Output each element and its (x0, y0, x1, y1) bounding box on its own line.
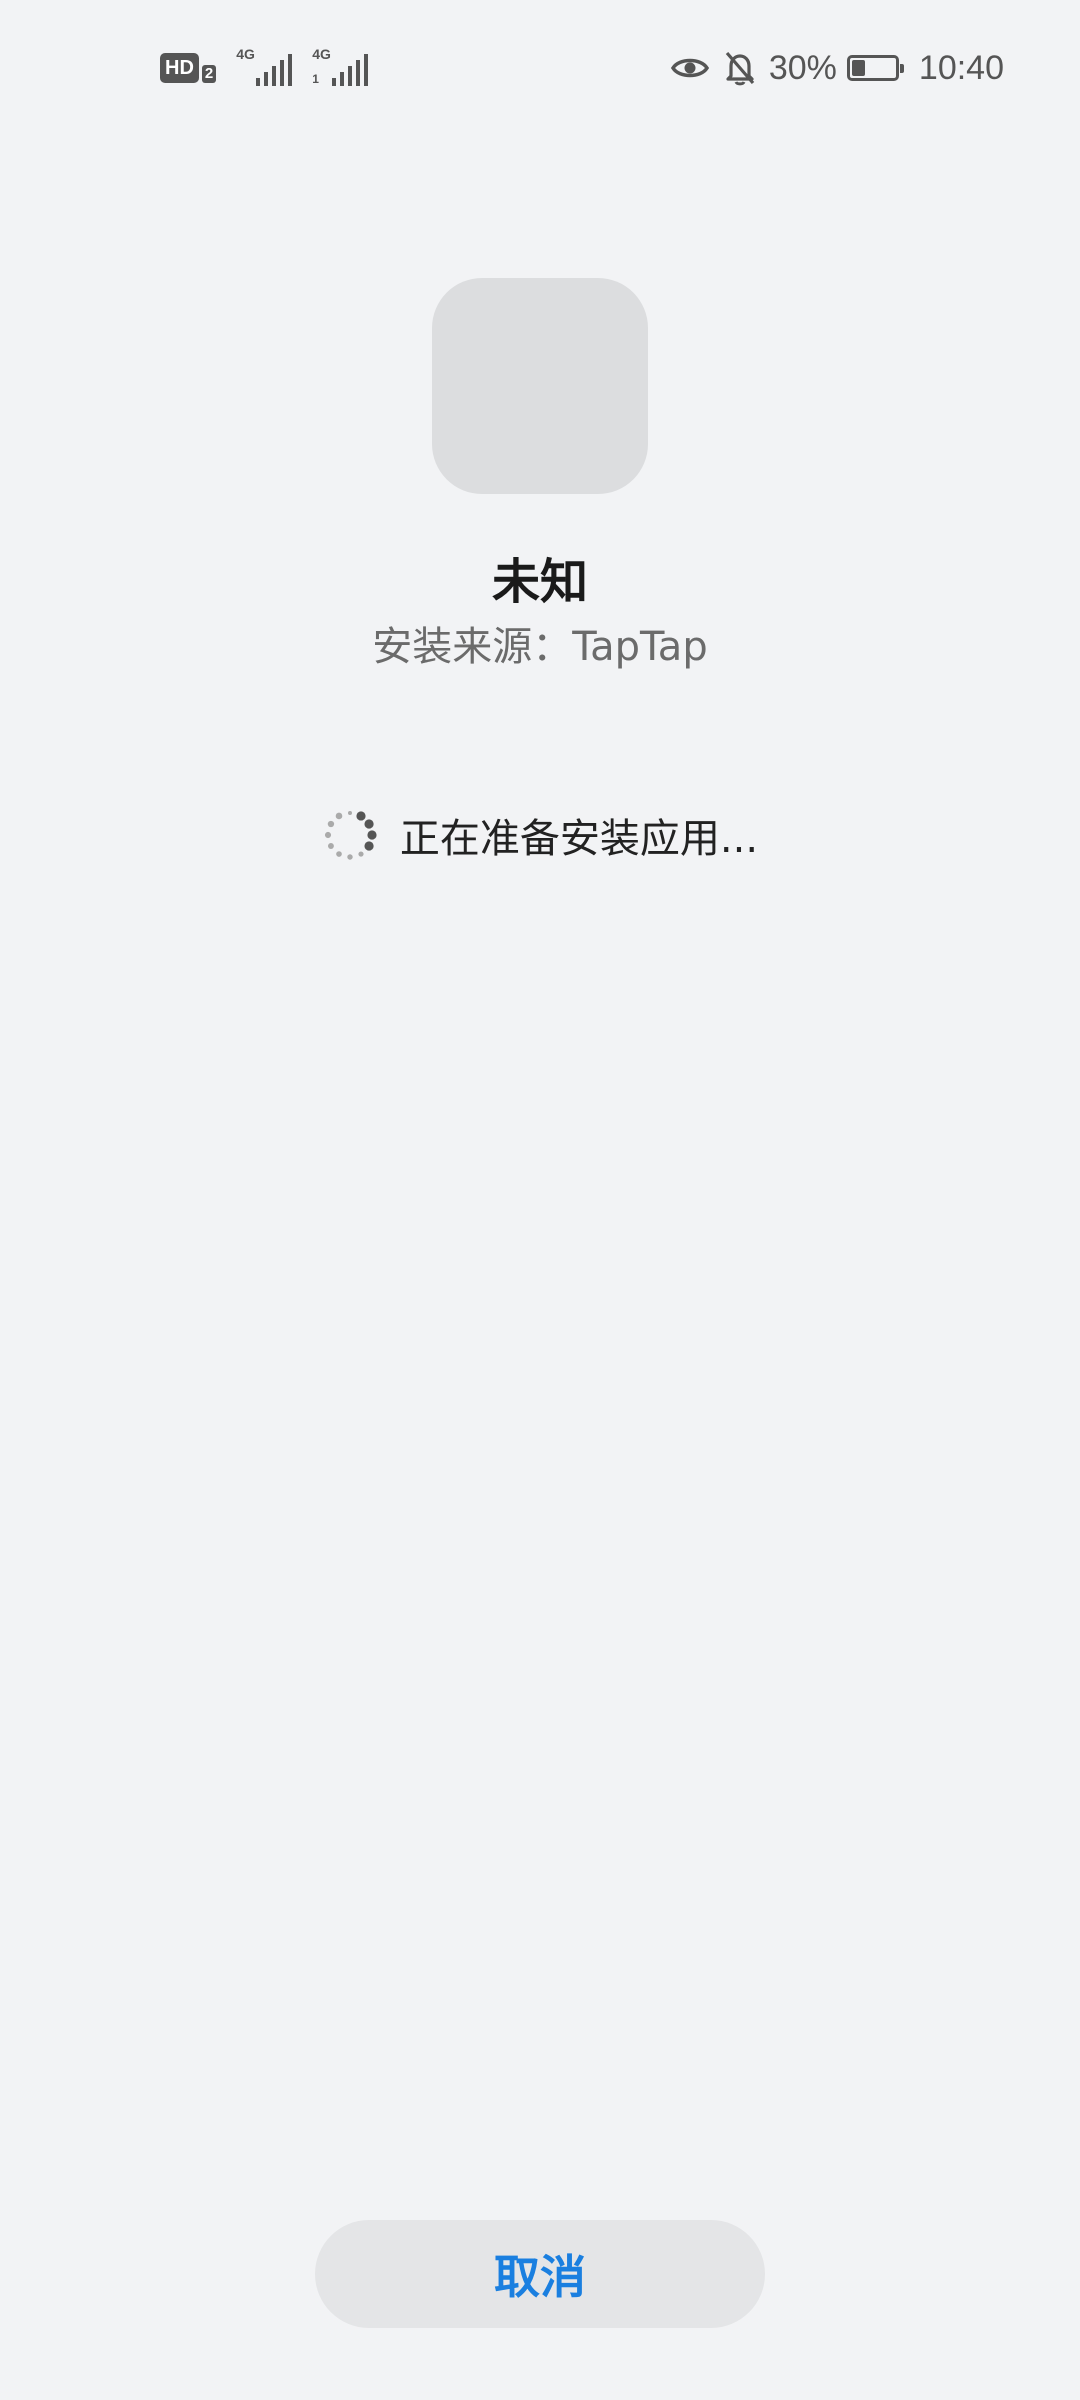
install-source: 安装来源：TapTap (372, 624, 708, 670)
signal-bars (256, 54, 293, 86)
signal-bars (332, 54, 369, 86)
network-type-label: 4G (236, 46, 255, 62)
status-left: HD 2 4G 4G 1 (160, 46, 369, 90)
eye-comfort-icon (670, 58, 709, 78)
battery-percentage: 30% (768, 48, 837, 87)
loading-indicator: 正在准备安装应用... (0, 806, 1080, 864)
hd-label: HD (160, 53, 199, 83)
data-activity-label: 1 (312, 72, 319, 86)
status-right: 30% 10:40 (670, 44, 1004, 92)
notifications-off-icon (725, 51, 755, 86)
hd-voice-icon: HD 2 (160, 53, 217, 83)
hd-sim-number: 2 (201, 65, 217, 83)
network-type-label: 4G (312, 46, 331, 62)
loading-spinner-icon (324, 811, 377, 860)
battery-icon (846, 55, 904, 81)
clock: 10:40 (918, 48, 1004, 87)
app-icon-placeholder (432, 278, 648, 494)
install-screen: HD 2 4G 4G 1 30% 10:40 未知 安装来源：TapTap 正在… (0, 0, 1080, 2400)
signal-strength-icon-sim1: 4G (236, 46, 293, 88)
cancel-button[interactable]: 取消 (315, 2220, 765, 2328)
app-name: 未知 (491, 554, 588, 610)
battery-level-fill (851, 60, 865, 76)
loading-text: 正在准备安装应用... (399, 816, 759, 862)
status-bar: HD 2 4G 4G 1 30% 10:40 (0, 0, 1080, 140)
signal-strength-icon-sim2: 4G 1 (312, 46, 369, 88)
